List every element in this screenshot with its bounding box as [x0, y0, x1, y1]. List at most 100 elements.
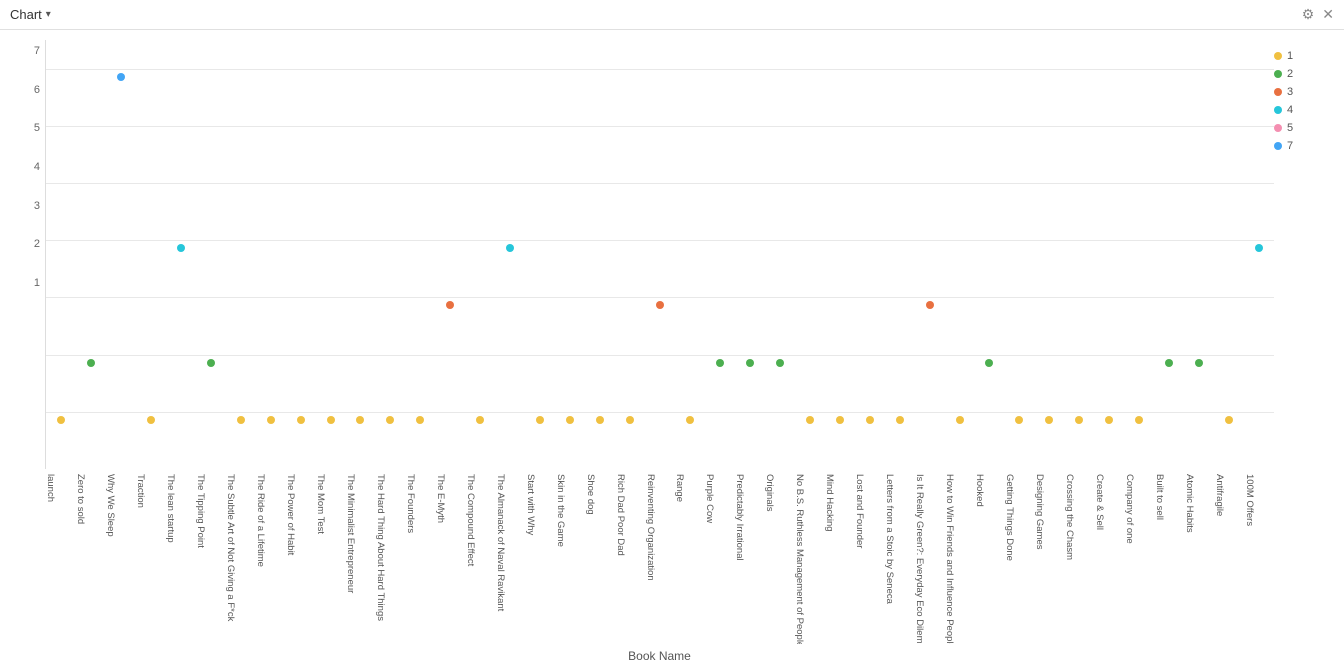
x-label: Rich Dad Poor Dad	[615, 474, 626, 556]
data-dot	[356, 416, 364, 424]
x-axis-title: Book Name	[45, 644, 1274, 668]
data-dot	[985, 359, 993, 367]
chart-container: 7654321 launchZero to soldWhy We SleepTr…	[0, 30, 1344, 668]
y-tick: 2	[10, 238, 45, 250]
x-label: Zero to sold	[75, 474, 86, 524]
data-dot	[1105, 416, 1113, 424]
legend-dot	[1274, 142, 1282, 150]
x-label: The E-Myth	[435, 474, 446, 523]
legend-label: 5	[1287, 122, 1293, 134]
x-label: Predictably Irrational	[734, 474, 745, 561]
data-dot	[476, 416, 484, 424]
y-tick: 4	[10, 161, 45, 173]
x-labels: launchZero to soldWhy We SleepTractionTh…	[45, 469, 1274, 644]
y-tick: 3	[10, 200, 45, 212]
plot-inner	[45, 40, 1274, 469]
data-dot	[1135, 416, 1143, 424]
x-label: Hooked	[974, 474, 985, 507]
x-label: The Compound Effect	[465, 474, 476, 566]
data-dot	[267, 416, 275, 424]
data-dot	[1165, 359, 1173, 367]
x-label: The Mom Test	[315, 474, 326, 534]
data-dot	[87, 359, 95, 367]
x-axis-area: launchZero to soldWhy We SleepTractionTh…	[45, 469, 1274, 644]
legend: 1 2 3 4 5 7	[1274, 40, 1334, 668]
data-dot	[1195, 359, 1203, 367]
legend-dot	[1274, 124, 1282, 132]
data-dot	[536, 416, 544, 424]
x-label: Designing Games	[1034, 474, 1045, 550]
data-dot	[1015, 416, 1023, 424]
grid-line	[46, 240, 1274, 241]
data-dot	[1075, 416, 1083, 424]
x-label: Range	[674, 474, 685, 502]
x-label: Mind Hacking	[824, 474, 835, 532]
x-label: 100M Offers	[1244, 474, 1255, 526]
legend-label: 4	[1287, 104, 1293, 116]
legend-label: 7	[1287, 140, 1293, 152]
x-label: Skin in the Game	[555, 474, 566, 547]
data-dot	[57, 416, 65, 424]
chart-area: 7654321 launchZero to soldWhy We SleepTr…	[10, 40, 1274, 668]
legend-dot	[1274, 88, 1282, 96]
data-dot	[686, 416, 694, 424]
grid-line	[46, 126, 1274, 127]
data-dot	[327, 416, 335, 424]
data-dot	[506, 244, 514, 252]
grid-line	[46, 297, 1274, 298]
grid-line	[46, 412, 1274, 413]
data-dot	[386, 416, 394, 424]
legend-item: 1	[1274, 50, 1334, 62]
x-label: Built to sell	[1154, 474, 1165, 520]
data-dot	[297, 416, 305, 424]
x-label: Getting Things Done	[1004, 474, 1015, 561]
x-label: The lean startup	[165, 474, 176, 543]
data-dot	[656, 301, 664, 309]
header-left: Chart ▾	[10, 7, 51, 22]
y-tick: 6	[10, 84, 45, 96]
grid-line	[46, 355, 1274, 356]
data-dot	[1255, 244, 1263, 252]
data-dot	[926, 301, 934, 309]
data-dot	[596, 416, 604, 424]
legend-item: 7	[1274, 140, 1334, 152]
legend-item: 5	[1274, 122, 1334, 134]
x-label: Purple Cow	[704, 474, 715, 523]
y-axis: 7 6 5 4 3 2 1	[10, 40, 45, 469]
x-label: The Ride of a Lifetime	[255, 474, 266, 567]
y-tick: 1	[10, 277, 45, 289]
data-dot	[956, 416, 964, 424]
data-dot	[746, 359, 754, 367]
data-dot	[1045, 416, 1053, 424]
legend-label: 1	[1287, 50, 1293, 62]
legend-dot	[1274, 106, 1282, 114]
data-dot	[177, 244, 185, 252]
settings-icon[interactable]: ⚙	[1302, 6, 1315, 23]
x-label: Reinventing Organization	[645, 474, 656, 581]
data-dot	[1225, 416, 1233, 424]
x-label: Why We Sleep	[105, 474, 116, 537]
x-label: Traction	[135, 474, 146, 508]
legend-dot	[1274, 70, 1282, 78]
x-label: The Minimalist Entrepreneur	[345, 474, 356, 593]
grid-line	[46, 69, 1274, 70]
x-label: The Subtle Art of Not Giving a F*ck	[225, 474, 236, 621]
x-label: Create & Sell	[1094, 474, 1105, 530]
y-tick: 7	[10, 45, 45, 57]
grid-line	[46, 183, 1274, 184]
close-icon[interactable]: ✕	[1322, 6, 1334, 23]
x-label: Crossing the Chasm	[1064, 474, 1075, 560]
x-label: Lost and Founder	[854, 474, 865, 548]
data-dot	[147, 416, 155, 424]
x-label: Company of one	[1124, 474, 1135, 544]
legend-item: 3	[1274, 86, 1334, 98]
y-tick: 5	[10, 122, 45, 134]
legend-label: 2	[1287, 68, 1293, 80]
x-label: The Hard Thing About Hard Things	[375, 474, 386, 621]
data-dot	[866, 416, 874, 424]
dropdown-icon[interactable]: ▾	[46, 9, 51, 20]
data-dot	[776, 359, 784, 367]
x-label: The Almanack of Naval Ravikant	[495, 474, 506, 611]
x-label: Is It Really Green?: Everyday Eco Dilemm…	[914, 474, 925, 644]
data-dot	[117, 73, 125, 81]
